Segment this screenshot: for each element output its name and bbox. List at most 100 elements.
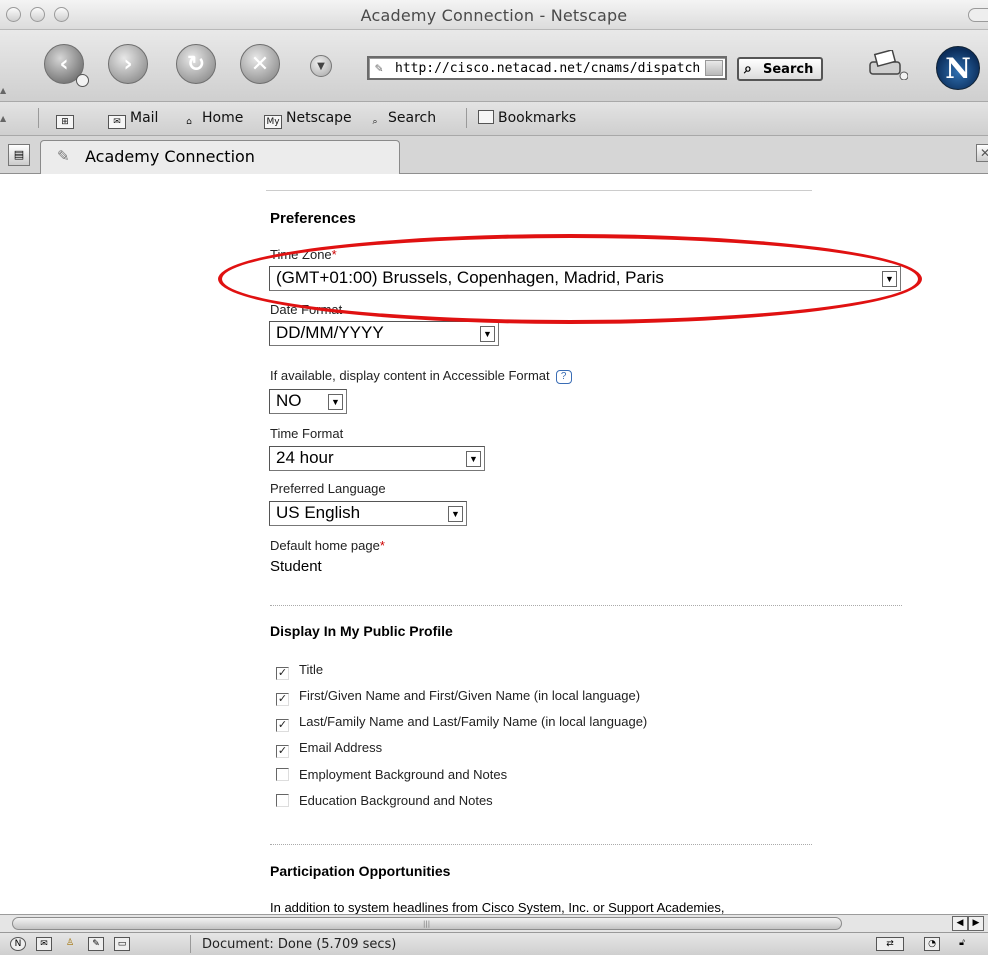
time-format-select[interactable]: 24 hour ▼ xyxy=(269,446,485,471)
forward-button[interactable]: › xyxy=(108,44,148,84)
personal-item-mail[interactable]: ✉ Mail xyxy=(108,110,158,129)
new-tab-button[interactable]: ▤ xyxy=(8,144,30,166)
profile-option-label: Employment Background and Notes xyxy=(299,767,508,782)
mail-icon: ✉ xyxy=(108,115,126,129)
time-format-value: 24 hour xyxy=(276,448,334,467)
horizontal-scrollbar[interactable]: ||| ◀ ▶ xyxy=(0,914,988,932)
accessible-format-label: If available, display content in Accessi… xyxy=(270,368,572,384)
chevron-down-icon: ▼ xyxy=(448,506,463,522)
divider xyxy=(270,844,812,845)
toolbar-toggle-button[interactable] xyxy=(968,8,988,22)
profile-option-label: Last/Family Name and Last/Family Name (i… xyxy=(299,714,648,729)
back-history-dropdown-icon[interactable] xyxy=(76,74,89,87)
back-arrow-icon: ‹ xyxy=(59,51,69,77)
tab-grid-icon: ⊞ xyxy=(56,115,74,129)
url-text: http://cisco.netacad.net/cnams/dispatch xyxy=(395,61,701,76)
required-marker: * xyxy=(379,538,385,553)
my-netscape-icon: My xyxy=(264,115,282,129)
personal-item-netscape[interactable]: My Netscape xyxy=(264,110,352,129)
personal-item-label: Bookmarks xyxy=(498,110,577,126)
accessible-format-select[interactable]: NO ▼ xyxy=(269,389,347,414)
scroll-right-button[interactable]: ▶ xyxy=(968,916,984,931)
preferred-language-select[interactable]: US English ▼ xyxy=(269,501,467,526)
help-icon[interactable]: ? xyxy=(555,370,572,384)
composer-icon[interactable]: ✎ xyxy=(88,937,104,951)
profile-option-label: Education Background and Notes xyxy=(299,793,493,808)
tab-label: Academy Connection xyxy=(85,147,255,166)
mail-icon[interactable]: ✉ xyxy=(36,937,52,951)
chevron-down-icon: ▼ xyxy=(328,394,343,410)
url-input[interactable]: ✎ http://cisco.netacad.net/cnams/dispatc… xyxy=(367,56,727,80)
window-title: Academy Connection - Netscape xyxy=(360,6,628,25)
status-text: Document: Done (5.709 secs) xyxy=(202,937,397,952)
history-dropdown-button[interactable]: ▼ xyxy=(310,55,332,77)
back-button[interactable]: ‹ xyxy=(44,44,89,87)
date-format-value: DD/MM/YYYY xyxy=(276,323,384,342)
status-divider xyxy=(190,935,191,953)
profile-option-label: Title xyxy=(299,662,324,677)
forward-arrow-icon: › xyxy=(123,51,133,77)
collapse-personal-toolbar-icon[interactable]: ▲ xyxy=(0,114,8,123)
navigator-icon[interactable]: N xyxy=(10,937,26,951)
url-dropdown-button[interactable] xyxy=(705,60,723,76)
tab-grid-menu[interactable]: ⊞ xyxy=(56,110,78,129)
security-lock-icon[interactable]: 🔓︎ xyxy=(954,937,970,951)
home-icon: ⌂ xyxy=(186,117,192,127)
profile-option-title[interactable]: ✓ Title xyxy=(276,662,323,680)
close-tab-button[interactable]: ✕ xyxy=(976,144,988,162)
window-titlebar: Academy Connection - Netscape xyxy=(0,0,988,30)
tab-academy-connection[interactable]: ✎ Academy Connection xyxy=(40,140,400,174)
checkbox-checked[interactable]: ✓ xyxy=(276,719,289,732)
time-zone-value: (GMT+01:00) Brussels, Copenhagen, Madrid… xyxy=(276,268,664,287)
time-zone-select[interactable]: (GMT+01:00) Brussels, Copenhagen, Madrid… xyxy=(269,266,901,291)
chevron-down-icon: ▼ xyxy=(317,60,325,72)
online-status-icon[interactable]: ⇄ xyxy=(876,937,904,951)
stop-button[interactable]: ✕ xyxy=(240,44,280,84)
participation-text: In addition to system headlines from Cis… xyxy=(270,900,725,914)
checkbox-checked[interactable]: ✓ xyxy=(276,693,289,706)
personal-item-label: Home xyxy=(202,110,244,126)
checkbox-unchecked[interactable] xyxy=(276,768,289,781)
personal-item-home[interactable]: ⌂ Home xyxy=(180,110,243,130)
personal-item-label: Search xyxy=(388,110,437,126)
preferred-language-label: Preferred Language xyxy=(270,481,386,496)
cookie-icon[interactable]: ◔ xyxy=(924,937,940,951)
time-format-label: Time Format xyxy=(270,426,344,441)
personal-item-search[interactable]: ⌕ Search xyxy=(366,110,436,130)
preferred-language-value: US English xyxy=(276,503,361,522)
checkbox-unchecked[interactable] xyxy=(276,794,289,807)
reload-button[interactable]: ↻ xyxy=(176,44,216,84)
scrollbar-thumb[interactable]: ||| xyxy=(12,917,842,930)
search-button[interactable]: ⌕ Search xyxy=(737,57,823,81)
time-zone-label: Time Zone* xyxy=(270,247,337,262)
bookmarks-icon xyxy=(478,110,494,124)
personal-item-bookmarks[interactable]: Bookmarks xyxy=(478,110,576,126)
checkbox-checked[interactable]: ✓ xyxy=(276,745,289,758)
page-icon: ✎ xyxy=(57,147,70,165)
profile-option-employment[interactable]: Employment Background and Notes xyxy=(276,767,507,782)
profile-option-email[interactable]: ✓ Email Address xyxy=(276,740,382,758)
collapse-toolbar-icon[interactable]: ▲ xyxy=(0,86,8,95)
date-format-select[interactable]: DD/MM/YYYY ▼ xyxy=(269,321,499,346)
personal-item-label: Netscape xyxy=(286,110,352,126)
toolbar-divider xyxy=(466,108,467,128)
magnifier-icon: ⌕ xyxy=(744,61,752,77)
chevron-down-icon: ▼ xyxy=(466,451,481,467)
profile-option-last-name[interactable]: ✓ Last/Family Name and Last/Family Name (… xyxy=(276,714,647,732)
divider xyxy=(270,605,902,606)
chevron-down-icon: ▼ xyxy=(480,326,495,342)
stop-icon: ✕ xyxy=(250,51,270,77)
page-proxy-icon[interactable]: ✎ xyxy=(375,61,383,76)
default-home-page-label: Default home page* xyxy=(270,538,385,553)
address-book-icon[interactable]: ♙ xyxy=(62,937,78,951)
print-icon[interactable] xyxy=(866,50,908,80)
scroll-left-button[interactable]: ◀ xyxy=(952,916,968,931)
checkbox-checked[interactable]: ✓ xyxy=(276,667,289,680)
reload-icon: ↻ xyxy=(186,51,206,77)
netscape-logo[interactable]: N xyxy=(936,46,980,90)
chat-icon[interactable]: ▭ xyxy=(114,937,130,951)
profile-option-first-name[interactable]: ✓ First/Given Name and First/Given Name (… xyxy=(276,688,640,706)
required-marker: * xyxy=(331,247,337,262)
date-format-label: Date Format xyxy=(270,302,343,317)
profile-option-education[interactable]: Education Background and Notes xyxy=(276,793,493,808)
